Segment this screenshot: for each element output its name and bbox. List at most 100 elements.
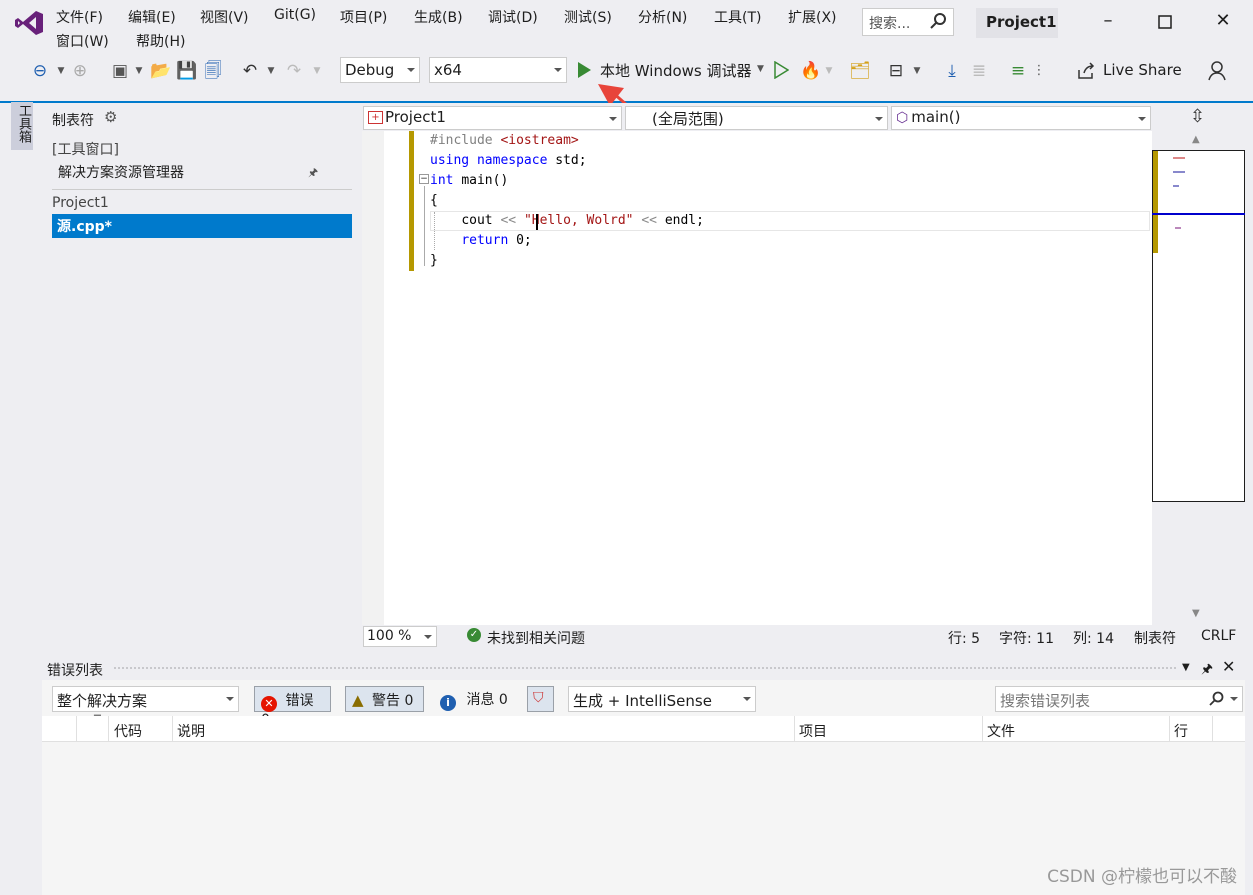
- gear-icon[interactable]: ⚙: [104, 108, 117, 126]
- window-layout-icon[interactable]: ⊟: [884, 60, 908, 84]
- minimap-line: [1173, 171, 1185, 173]
- indent-icon[interactable]: ≡: [1006, 60, 1030, 84]
- scroll-up-icon[interactable]: ▲: [1192, 134, 1200, 145]
- menu-build[interactable]: 生成(B): [414, 7, 463, 27]
- line-ending[interactable]: CRLF: [1201, 628, 1236, 644]
- menu-file[interactable]: 文件(F): [56, 7, 103, 27]
- menu-git[interactable]: Git(G): [274, 7, 316, 23]
- solution-explorer-icon[interactable]: 🗂: [848, 60, 872, 84]
- column-file[interactable]: 文件: [987, 721, 1015, 741]
- chevron-down-icon[interactable]: ▼: [912, 60, 922, 84]
- messages-filter-button[interactable]: i 消息 0: [436, 686, 516, 712]
- scope-dropdown[interactable]: (全局范围): [625, 106, 888, 130]
- column-number[interactable]: 列: 14: [1073, 628, 1114, 648]
- undo-icon[interactable]: ↶: [240, 60, 260, 84]
- function-value: main(): [911, 108, 961, 126]
- project-item[interactable]: Project1: [52, 195, 109, 211]
- search-error-list-input[interactable]: 搜索错误列表: [995, 686, 1243, 712]
- tab-mode[interactable]: 制表符: [1134, 628, 1176, 648]
- code-line-6: return 0;: [461, 233, 532, 248]
- live-share-button[interactable]: Live Share: [1074, 59, 1184, 83]
- column-code[interactable]: 代码: [114, 721, 142, 741]
- collapse-icon[interactable]: −: [419, 174, 429, 184]
- chevron-down-icon: [609, 117, 617, 121]
- filter-button[interactable]: ⛉: [527, 686, 554, 712]
- menu-edit[interactable]: 编辑(E): [128, 7, 176, 27]
- platform-dropdown[interactable]: x64: [429, 57, 567, 83]
- start-debugging-button[interactable]: 本地 Windows 调试器 ▼: [574, 58, 770, 82]
- chevron-down-icon[interactable]: ▼: [312, 60, 322, 84]
- new-project-icon[interactable]: ▣: [108, 60, 132, 84]
- project-nav-dropdown[interactable]: + Project1: [363, 106, 622, 130]
- errors-filter-button[interactable]: ✕ 错误 0: [254, 686, 331, 728]
- chevron-down-icon[interactable]: ▼: [824, 60, 834, 84]
- column-line[interactable]: 行: [1174, 721, 1188, 741]
- menu-debug[interactable]: 调试(D): [488, 7, 538, 27]
- save-icon[interactable]: 💾: [176, 60, 197, 84]
- menu-extensions[interactable]: 扩展(X): [788, 7, 837, 27]
- chevron-down-icon[interactable]: ▼: [56, 60, 66, 84]
- search-input[interactable]: 搜索...: [862, 8, 954, 36]
- platform-value: x64: [434, 61, 462, 79]
- char-number[interactable]: 字符: 11: [999, 628, 1054, 648]
- config-dropdown[interactable]: Debug: [340, 57, 420, 83]
- step-icon[interactable]: ⤓: [940, 60, 964, 84]
- chevron-down-icon: [226, 697, 234, 701]
- zoom-dropdown[interactable]: 100 %: [363, 626, 437, 647]
- change-tracking-bar: [409, 131, 414, 271]
- menu-tools[interactable]: 工具(T): [714, 7, 761, 27]
- maximize-button[interactable]: [1153, 10, 1177, 34]
- menu-analyze[interactable]: 分析(N): [638, 7, 687, 27]
- hot-reload-icon[interactable]: 🔥: [800, 60, 822, 84]
- menu-help[interactable]: 帮助(H): [136, 31, 185, 51]
- split-editor-icon[interactable]: ⇳: [1190, 106, 1205, 127]
- code-minimap[interactable]: [1152, 150, 1245, 502]
- chevron-down-icon: [743, 697, 751, 701]
- menu-test[interactable]: 测试(S): [564, 7, 612, 27]
- toolbar-options-icon[interactable]: ⋮: [1032, 60, 1046, 84]
- warnings-filter-button[interactable]: ▲ 警告 0: [345, 686, 424, 712]
- solution-explorer-item[interactable]: 解决方案资源管理器: [58, 162, 184, 182]
- file-item-selected[interactable]: 源.cpp*: [52, 214, 352, 238]
- column-project[interactable]: 项目: [799, 721, 827, 741]
- pin-icon[interactable]: 🖈: [308, 164, 318, 183]
- issues-status[interactable]: 未找到相关问题: [487, 628, 585, 648]
- chevron-down-icon[interactable]: ▼: [134, 60, 144, 84]
- open-folder-icon[interactable]: 📂: [150, 60, 171, 84]
- build-source-dropdown[interactable]: 生成 + IntelliSense: [568, 686, 756, 712]
- feedback-icon[interactable]: [1206, 60, 1228, 82]
- menu-view[interactable]: 视图(V): [200, 7, 249, 27]
- pin-icon[interactable]: 🖈: [1201, 660, 1213, 682]
- scope-value: (全局范围): [652, 110, 724, 128]
- chevron-down-icon[interactable]: ▼: [1182, 662, 1190, 673]
- search-icon: [930, 13, 946, 29]
- close-button[interactable]: ✕: [1211, 10, 1235, 34]
- play-icon: [578, 62, 591, 78]
- column-separator: [76, 716, 77, 742]
- code-line-7: }: [430, 253, 438, 268]
- close-icon[interactable]: ✕: [1222, 657, 1235, 676]
- messages-count: 消息 0: [466, 692, 508, 708]
- column-separator: [1169, 716, 1170, 742]
- project-nav-value: Project1: [385, 108, 446, 126]
- navigate-back-icon[interactable]: ⊖: [30, 60, 50, 84]
- scope-filter-dropdown[interactable]: 整个解决方案: [52, 686, 239, 712]
- menu-window[interactable]: 窗口(W): [56, 31, 109, 51]
- scroll-down-icon[interactable]: ▼: [1192, 608, 1200, 619]
- start-without-debugging-icon[interactable]: [773, 61, 789, 79]
- redo-icon[interactable]: ↷: [284, 60, 304, 84]
- line-number[interactable]: 行: 5: [948, 628, 980, 648]
- text-cursor: [536, 214, 538, 230]
- toolbox-tab[interactable]: 工具箱: [11, 102, 33, 150]
- chevron-down-icon[interactable]: ▼: [266, 60, 276, 84]
- save-all-icon[interactable]: 🗐: [202, 60, 224, 84]
- comment-icon[interactable]: ≣: [968, 60, 990, 84]
- navigate-forward-icon[interactable]: ⊕: [70, 60, 90, 84]
- menu-project[interactable]: 项目(P): [340, 7, 387, 27]
- sort-icon[interactable]: ▔: [94, 716, 101, 726]
- column-separator: [172, 716, 173, 742]
- minimize-button[interactable]: –: [1096, 10, 1120, 34]
- column-description[interactable]: 说明: [177, 721, 205, 741]
- function-dropdown[interactable]: ⬡ main(): [891, 106, 1151, 130]
- code-editor[interactable]: [362, 131, 1152, 625]
